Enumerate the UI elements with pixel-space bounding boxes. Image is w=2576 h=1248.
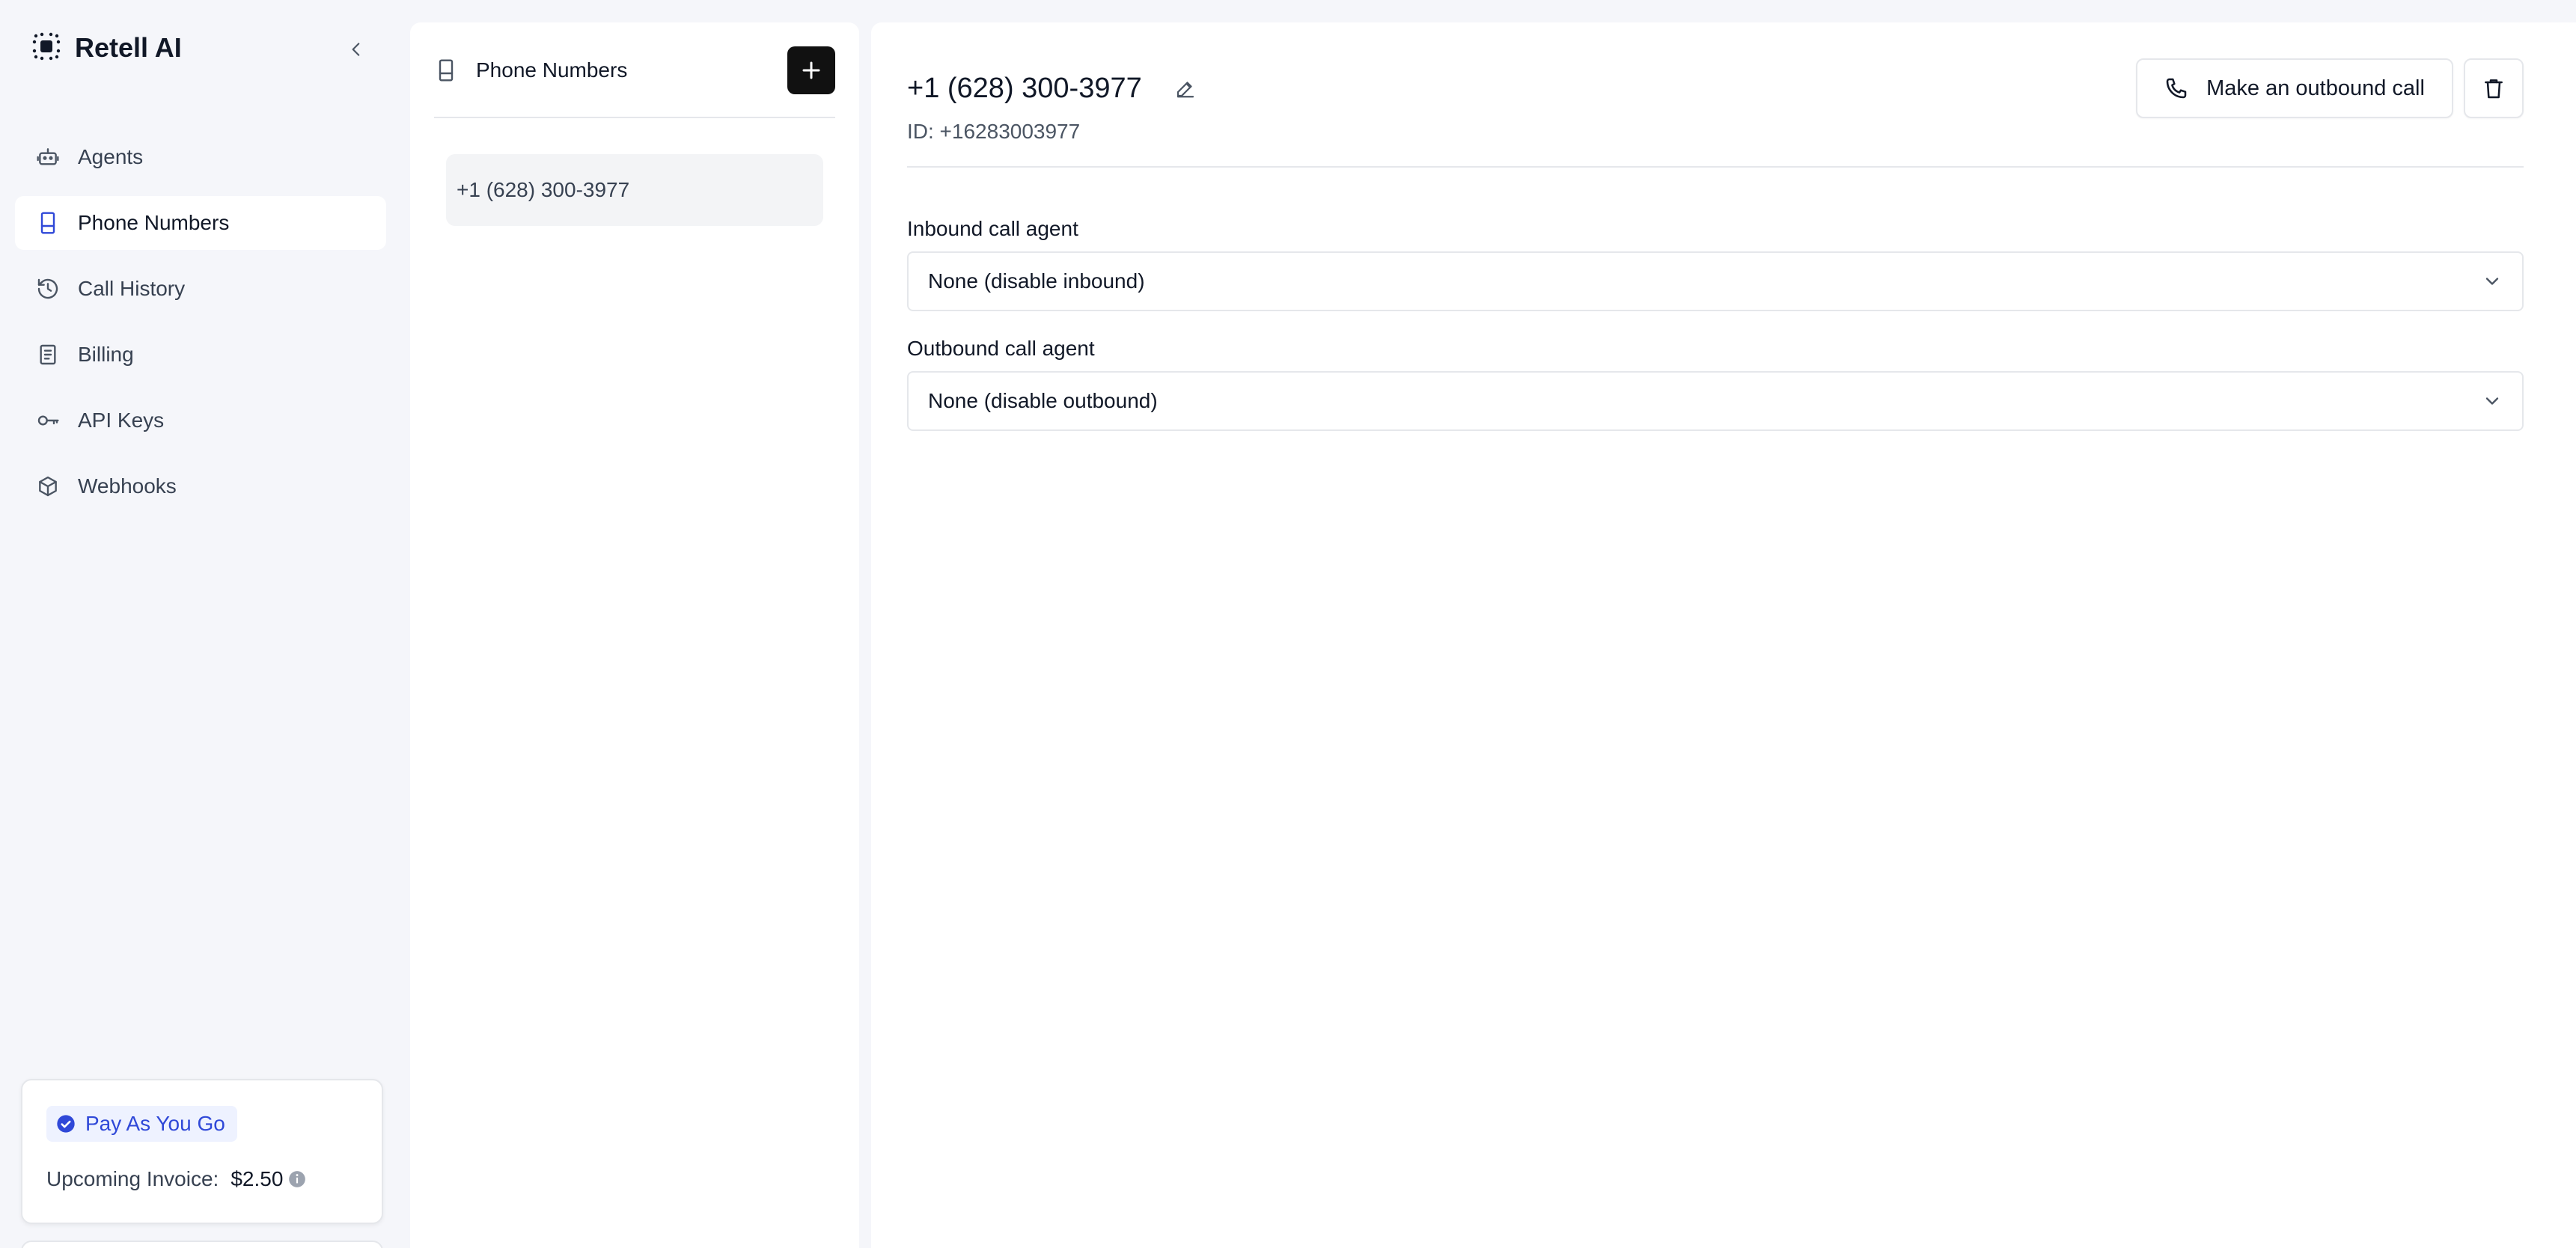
- trash-icon: [2485, 79, 2503, 99]
- robot-icon: [34, 144, 61, 171]
- plan-badge: Pay As You Go: [46, 1106, 237, 1142]
- pencil-icon: [1176, 82, 1194, 98]
- plan-card: Pay As You Go Upcoming Invoice: $2.50: [21, 1079, 383, 1224]
- account-card[interactable]: [21, 1241, 383, 1248]
- sidebar-item-label: Phone Numbers: [78, 211, 230, 234]
- app-root: Retell AI Agents Phone Numbers Call Hist…: [0, 0, 2576, 1248]
- phone-number-title: +1 (628) 300-3977: [907, 73, 1142, 104]
- edit-name-button[interactable]: [1172, 75, 1199, 102]
- phone-detail-panel: +1 (628) 300-3977 ID: +16283003977 Make …: [871, 22, 2576, 1248]
- brand[interactable]: Retell AI: [30, 28, 182, 67]
- collapse-sidebar-button[interactable]: [341, 34, 371, 64]
- chevron-down-icon: [2485, 278, 2499, 285]
- phone-list-panel: Phone Numbers +1 (628) 300-3977: [410, 22, 859, 1248]
- info-icon[interactable]: [287, 1169, 307, 1189]
- sidebar-item-call-history[interactable]: Call History: [15, 262, 386, 316]
- make-outbound-call-button[interactable]: Make an outbound call: [2136, 58, 2453, 118]
- inbound-agent-label: Inbound call agent: [907, 217, 1078, 240]
- check-circle-icon: [57, 1115, 75, 1133]
- add-phone-number-button[interactable]: [787, 46, 835, 94]
- delete-phone-number-button[interactable]: [2464, 58, 2524, 118]
- sidebar-nav: Agents Phone Numbers Call History Billin…: [15, 130, 386, 525]
- outbound-agent-label: Outbound call agent: [907, 337, 1095, 360]
- sidebar-item-label: Webhooks: [78, 474, 177, 498]
- phone-list-item[interactable]: +1 (628) 300-3977: [446, 154, 823, 226]
- sidebar: Retell AI Agents Phone Numbers Call Hist…: [0, 0, 404, 1248]
- divider: [907, 166, 2524, 168]
- upcoming-invoice: Upcoming Invoice: $2.50: [46, 1164, 307, 1194]
- sidebar-item-agents[interactable]: Agents: [15, 130, 386, 184]
- plus-icon: [802, 61, 820, 79]
- brand-name: Retell AI: [75, 32, 182, 63]
- sidebar-item-billing[interactable]: Billing: [15, 328, 386, 382]
- inbound-agent-select[interactable]: None (disable inbound): [907, 251, 2524, 311]
- retell-logo-icon: [30, 30, 63, 67]
- sidebar-item-webhooks[interactable]: Webhooks: [15, 459, 386, 513]
- plan-name: Pay As You Go: [85, 1112, 225, 1135]
- outbound-agent-select[interactable]: None (disable outbound): [907, 371, 2524, 431]
- invoice-amount: $2.50: [231, 1167, 284, 1190]
- webhook-icon: [34, 473, 61, 500]
- phone-id: ID: +16283003977: [907, 120, 1081, 143]
- phone-icon: [2166, 78, 2187, 99]
- phone-list-header: Phone Numbers: [434, 46, 835, 118]
- history-icon: [34, 275, 61, 302]
- phone-list-title: Phone Numbers: [476, 58, 628, 82]
- phone-number-icon: [34, 209, 61, 236]
- sidebar-item-label: Call History: [78, 277, 186, 300]
- sidebar-item-phone-numbers[interactable]: Phone Numbers: [15, 196, 386, 250]
- phone-number-icon: [439, 59, 454, 82]
- chevron-down-icon: [2485, 397, 2499, 405]
- key-icon: [34, 407, 61, 434]
- sidebar-item-label: Billing: [78, 343, 134, 366]
- sidebar-item-label: API Keys: [78, 409, 165, 432]
- make-outbound-call-label: Make an outbound call: [2206, 76, 2425, 100]
- sidebar-item-api-keys[interactable]: API Keys: [15, 394, 386, 447]
- inbound-agent-value: None (disable inbound): [928, 269, 1145, 293]
- chevron-left-icon: [352, 43, 360, 56]
- sidebar-item-label: Agents: [78, 145, 144, 168]
- invoice-label: Upcoming Invoice:: [46, 1167, 219, 1190]
- outbound-agent-value: None (disable outbound): [928, 389, 1158, 412]
- receipt-icon: [34, 341, 61, 368]
